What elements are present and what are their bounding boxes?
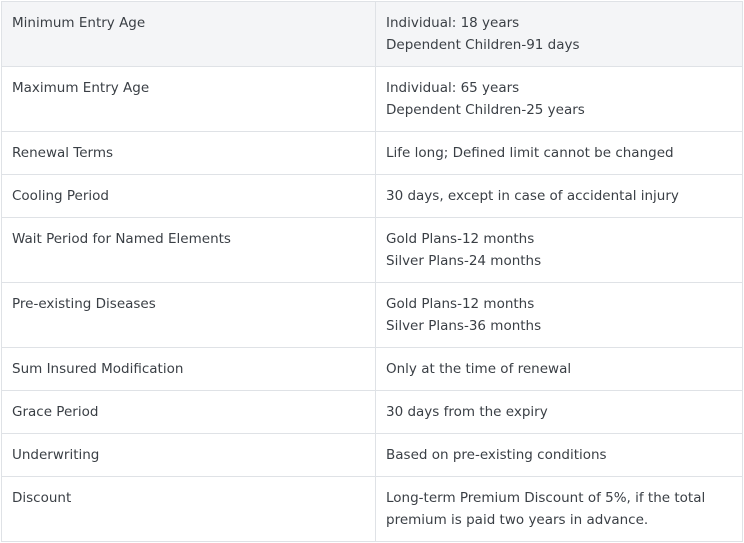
table-row: Maximum Entry Age Individual: 65 years D…: [1, 66, 743, 132]
table-row: Minimum Entry Age Individual: 18 years D…: [1, 1, 743, 67]
row-label: Sum Insured Modification: [1, 347, 376, 391]
table-row: Underwriting Based on pre-existing condi…: [1, 433, 743, 477]
value-line: Only at the time of renewal: [386, 361, 572, 377]
value-line: Gold Plans-12 months: [386, 231, 535, 247]
table-row: Cooling Period 30 days, except in case o…: [1, 174, 743, 218]
value-line: Long-term Premium Discount of 5%, if the…: [386, 490, 706, 506]
value-line: premium is paid two years in advance.: [386, 512, 649, 528]
value-line: Individual: 65 years: [386, 80, 520, 96]
row-value: 30 days from the expiry: [375, 390, 743, 434]
table-row: Wait Period for Named Elements Gold Plan…: [1, 217, 743, 283]
row-label: Renewal Terms: [1, 131, 376, 175]
row-label: Minimum Entry Age: [1, 1, 376, 67]
row-value: 30 days, except in case of accidental in…: [375, 174, 743, 218]
value-line: Individual: 18 years: [386, 15, 520, 31]
row-label: Discount: [1, 476, 376, 542]
policy-details-table: Minimum Entry Age Individual: 18 years D…: [1, 1, 743, 542]
table-row: Discount Long-term Premium Discount of 5…: [1, 476, 743, 542]
value-line: Dependent Children-25 years: [386, 102, 585, 118]
value-line: Silver Plans-24 months: [386, 253, 542, 269]
row-value: Life long; Defined limit cannot be chang…: [375, 131, 743, 175]
row-value: Gold Plans-12 months Silver Plans-24 mon…: [375, 217, 743, 283]
table-row: Sum Insured Modification Only at the tim…: [1, 347, 743, 391]
value-line: Silver Plans-36 months: [386, 318, 542, 334]
row-label: Wait Period for Named Elements: [1, 217, 376, 283]
row-value: Based on pre-existing conditions: [375, 433, 743, 477]
row-label: Maximum Entry Age: [1, 66, 376, 132]
table-row: Pre-existing Diseases Gold Plans-12 mont…: [1, 282, 743, 348]
value-line: Dependent Children-91 days: [386, 37, 580, 53]
row-label: Grace Period: [1, 390, 376, 434]
value-line: Life long; Defined limit cannot be chang…: [386, 145, 674, 161]
value-line: 30 days, except in case of accidental in…: [386, 188, 679, 204]
row-value: Individual: 18 years Dependent Children-…: [375, 1, 743, 67]
row-value: Only at the time of renewal: [375, 347, 743, 391]
table-row: Grace Period 30 days from the expiry: [1, 390, 743, 434]
row-value: Gold Plans-12 months Silver Plans-36 mon…: [375, 282, 743, 348]
row-value: Long-term Premium Discount of 5%, if the…: [375, 476, 743, 542]
value-line: Based on pre-existing conditions: [386, 447, 607, 463]
row-label: Underwriting: [1, 433, 376, 477]
value-line: Gold Plans-12 months: [386, 296, 535, 312]
table-row: Renewal Terms Life long; Defined limit c…: [1, 131, 743, 175]
row-value: Individual: 65 years Dependent Children-…: [375, 66, 743, 132]
row-label: Pre-existing Diseases: [1, 282, 376, 348]
row-label: Cooling Period: [1, 174, 376, 218]
value-line: 30 days from the expiry: [386, 404, 548, 420]
